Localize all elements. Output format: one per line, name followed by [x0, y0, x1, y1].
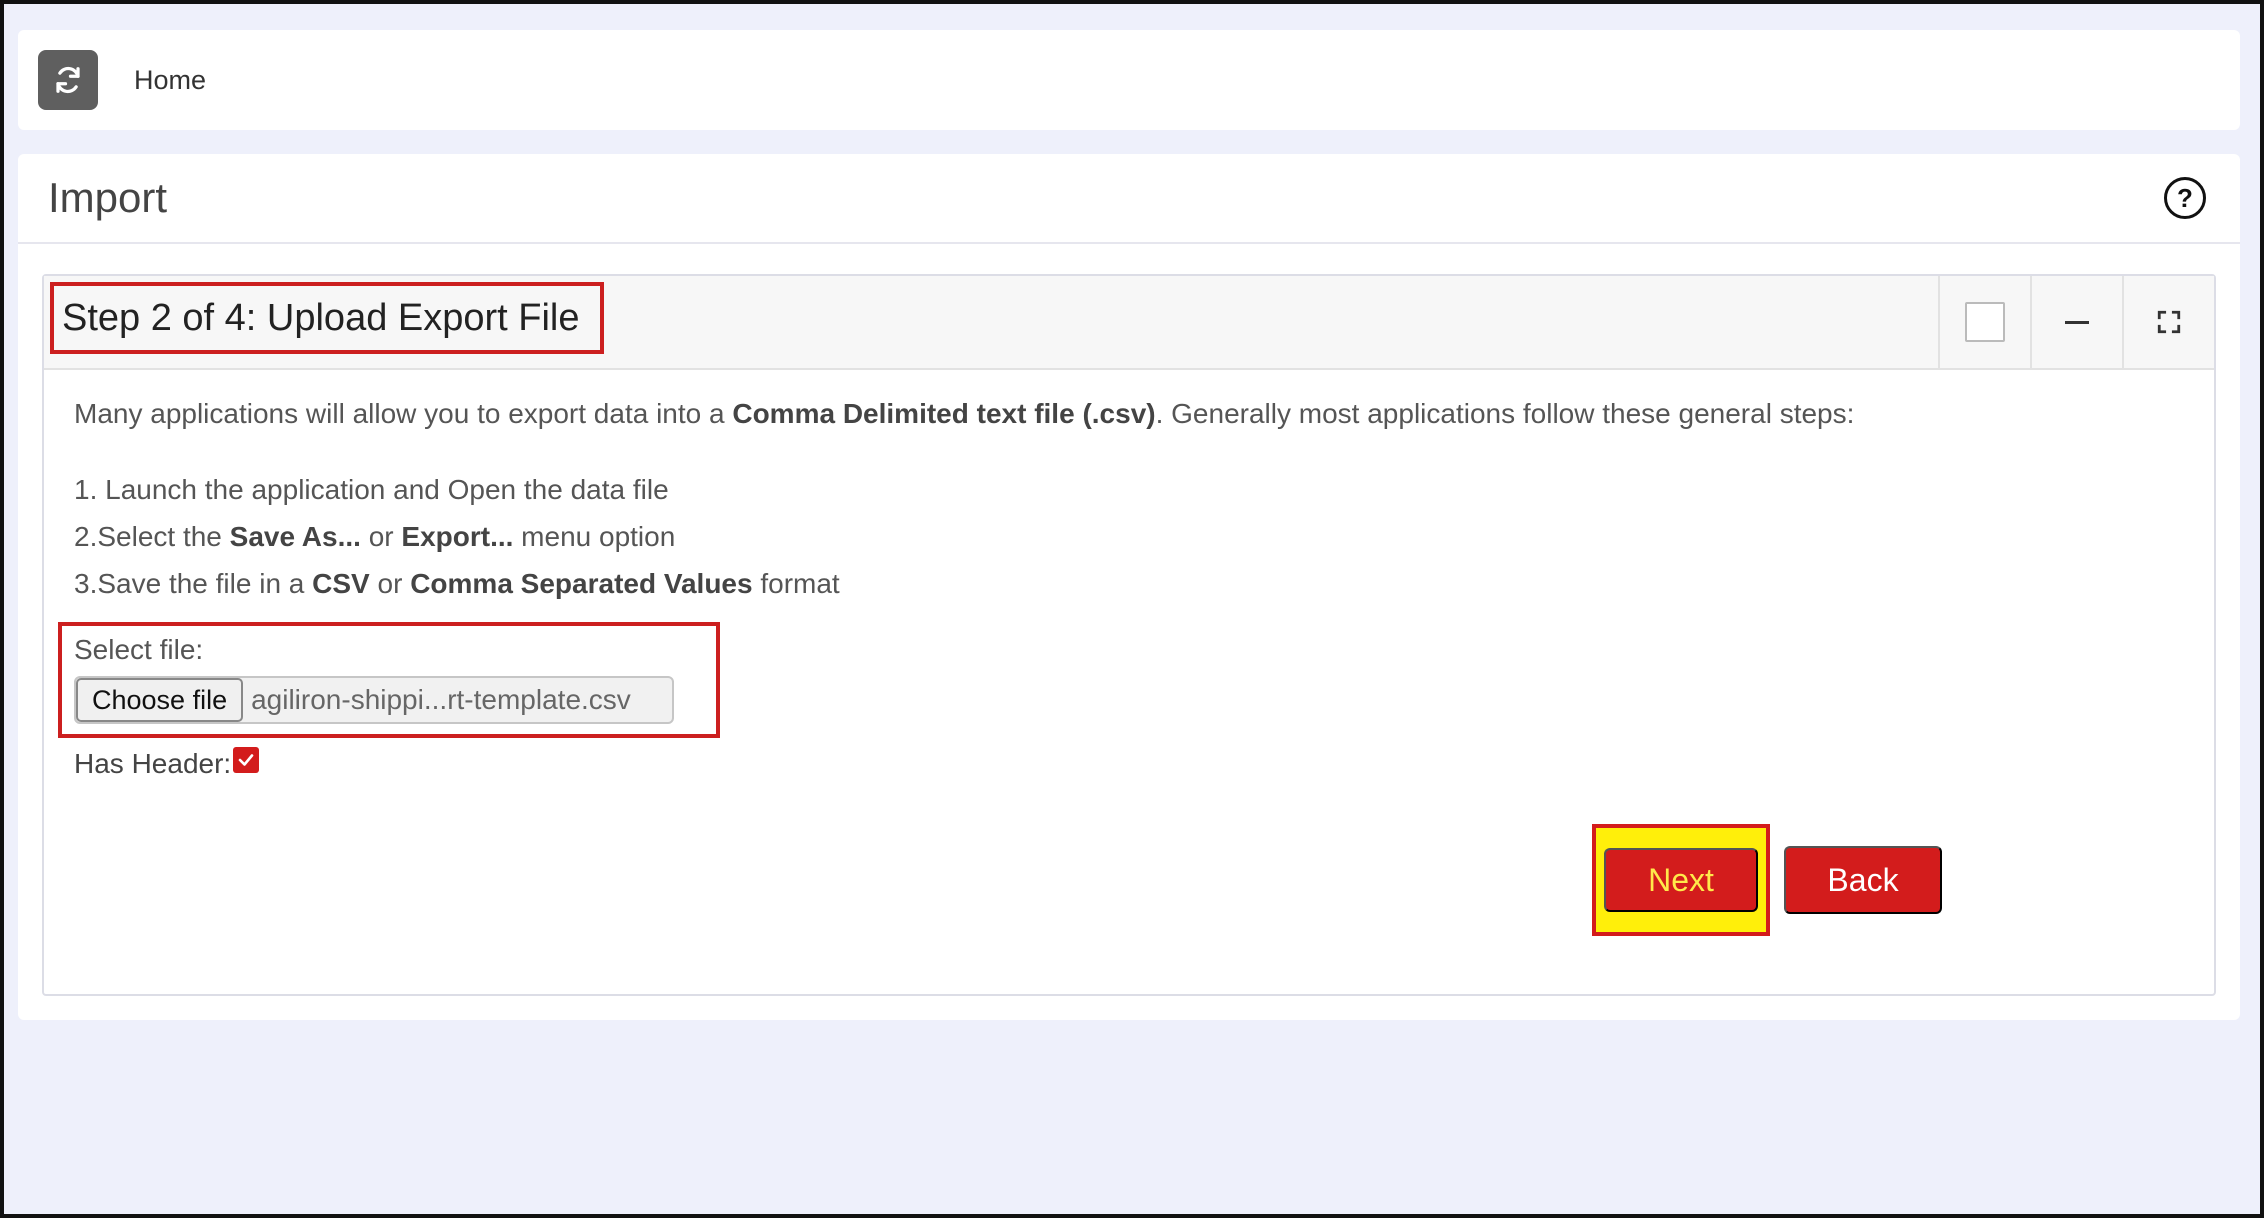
- step-2-bold-export: Export...: [401, 521, 514, 552]
- file-select-highlight: Select file: Choose file agiliron-shippi…: [58, 622, 720, 738]
- has-header-label: Has Header:: [74, 748, 232, 779]
- checkbox-icon: [1965, 302, 2005, 342]
- upload-step-card: Step 2 of 4: Upload Export File Many app…: [42, 274, 2216, 996]
- question-circle-icon[interactable]: ?: [2164, 177, 2206, 219]
- step-3-bold-csv: CSV: [312, 568, 370, 599]
- import-panel: Import ? Step 2 of 4: Upload Export File: [18, 154, 2240, 1020]
- breadcrumb-home-link[interactable]: Home: [134, 65, 206, 96]
- refresh-icon: [56, 66, 80, 94]
- minimize-icon: [2065, 320, 2089, 324]
- steps-list: 1. Launch the application and Open the d…: [74, 466, 840, 607]
- file-input[interactable]: Choose file agiliron-shippi...rt-templat…: [74, 676, 674, 724]
- selected-file-name: agiliron-shippi...rt-template.csv: [251, 684, 631, 715]
- next-button[interactable]: Next: [1604, 848, 1758, 912]
- card-header: Step 2 of 4: Upload Export File: [44, 276, 2214, 370]
- step-3-bold-comma-separated: Comma Separated Values: [410, 568, 753, 599]
- step-2: 2.Select the Save As... or Export... men…: [74, 513, 840, 560]
- has-header-checkbox[interactable]: [233, 747, 260, 773]
- intro-text: Many applications will allow you to expo…: [74, 398, 1854, 430]
- step-3: 3.Save the file in a CSV or Comma Separa…: [74, 560, 840, 607]
- step-3-prefix: 3.Save the file in a: [74, 568, 313, 599]
- card-body: Many applications will allow you to expo…: [44, 370, 2214, 996]
- back-button[interactable]: Back: [1784, 846, 1942, 914]
- card-select-toggle[interactable]: [1938, 276, 2030, 368]
- card-title-highlight: Step 2 of 4: Upload Export File: [50, 282, 604, 354]
- top-navigation-bar: Home: [18, 30, 2240, 130]
- refresh-button[interactable]: [38, 50, 98, 110]
- checkmark-icon: [238, 754, 254, 766]
- expand-button[interactable]: [2122, 276, 2214, 368]
- step-2-bold-save-as: Save As...: [229, 521, 361, 552]
- card-title: Step 2 of 4: Upload Export File: [62, 296, 580, 339]
- intro-suffix: . Generally most applications follow the…: [1155, 398, 1855, 429]
- card-tools: [1938, 276, 2214, 368]
- step-1: 1. Launch the application and Open the d…: [74, 474, 669, 505]
- panel-header: Import ?: [18, 154, 2240, 244]
- page-title: Import: [48, 174, 168, 221]
- has-header-row: Has Header:: [74, 747, 260, 780]
- step-3-mid: or: [369, 568, 411, 599]
- expand-icon: [2157, 310, 2181, 334]
- step-3-suffix: format: [752, 568, 840, 599]
- intro-bold: Comma Delimited text file (.csv): [732, 398, 1156, 429]
- intro-prefix: Many applications will allow you to expo…: [74, 398, 733, 429]
- minimize-button[interactable]: [2030, 276, 2122, 368]
- step-2-suffix: menu option: [513, 521, 676, 552]
- step-2-mid: or: [360, 521, 402, 552]
- next-button-highlight: Next: [1592, 824, 1770, 936]
- step-2-prefix: 2.Select the: [74, 521, 230, 552]
- select-file-label: Select file:: [74, 634, 204, 665]
- choose-file-button[interactable]: Choose file: [76, 678, 244, 722]
